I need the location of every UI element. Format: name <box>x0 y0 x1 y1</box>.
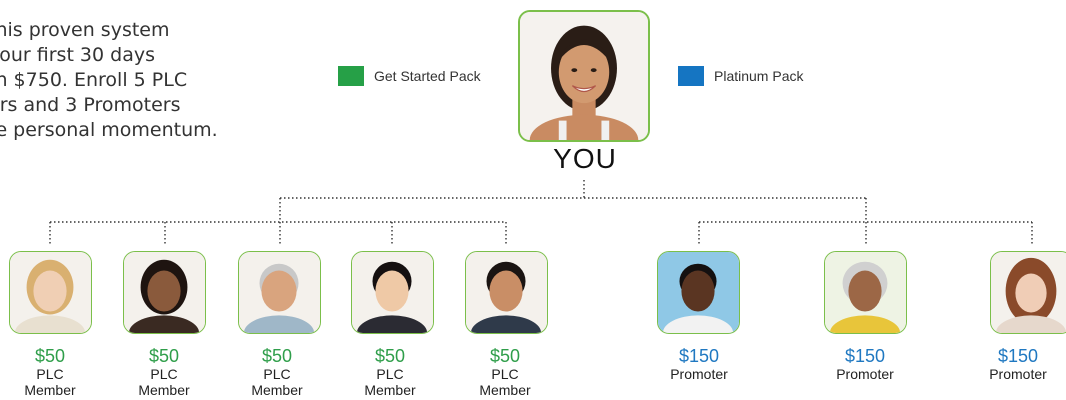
member-price: $50 <box>34 346 66 366</box>
member-photo <box>238 251 321 334</box>
person-avatar-icon <box>352 252 433 333</box>
member-label: $50 PLC Member <box>104 346 224 398</box>
person-avatar-icon <box>991 252 1066 333</box>
promoter-price: $150 <box>678 346 720 366</box>
person-avatar-icon <box>10 252 91 333</box>
member-label: $50 PLC Member <box>445 346 565 398</box>
person-avatar-icon <box>825 252 906 333</box>
member-label: $50 PLC Member <box>330 346 450 398</box>
promoter-label: $150 Promoter <box>639 346 759 382</box>
promoter-role: Promoter <box>670 366 728 382</box>
member-price: $50 <box>489 346 521 366</box>
promoter-label: $150 Promoter <box>805 346 925 382</box>
person-avatar-icon <box>658 252 739 333</box>
member-price: $50 <box>374 346 406 366</box>
member-role-line1: PLC <box>36 366 64 382</box>
member-role-line2: Member <box>364 382 416 398</box>
member-role-line1: PLC <box>150 366 178 382</box>
member-price: $50 <box>261 346 293 366</box>
member-role-line2: Member <box>479 382 531 398</box>
member-label: $50 PLC Member <box>0 346 110 398</box>
member-price: $50 <box>148 346 180 366</box>
member-photo <box>123 251 206 334</box>
promoter-price: $150 <box>844 346 886 366</box>
member-role-line2: Member <box>251 382 303 398</box>
member-role-line1: PLC <box>263 366 291 382</box>
member-photo <box>9 251 92 334</box>
person-avatar-icon <box>239 252 320 333</box>
promoter-role: Promoter <box>836 366 894 382</box>
member-role-line1: PLC <box>376 366 404 382</box>
org-tree-connectors <box>49 180 1033 246</box>
member-photo <box>465 251 548 334</box>
promoter-price: $150 <box>997 346 1039 366</box>
member-role-line1: PLC <box>491 366 519 382</box>
promoter-role: Promoter <box>989 366 1047 382</box>
member-role-line2: Member <box>138 382 190 398</box>
promoter-label: $150 Promoter <box>970 346 1066 382</box>
member-photo <box>351 251 434 334</box>
person-avatar-icon <box>124 252 205 333</box>
promoter-photo <box>990 251 1066 334</box>
member-role-line2: Member <box>24 382 76 398</box>
member-label: $50 PLC Member <box>217 346 337 398</box>
promoter-photo <box>657 251 740 334</box>
promoter-photo <box>824 251 907 334</box>
person-avatar-icon <box>466 252 547 333</box>
